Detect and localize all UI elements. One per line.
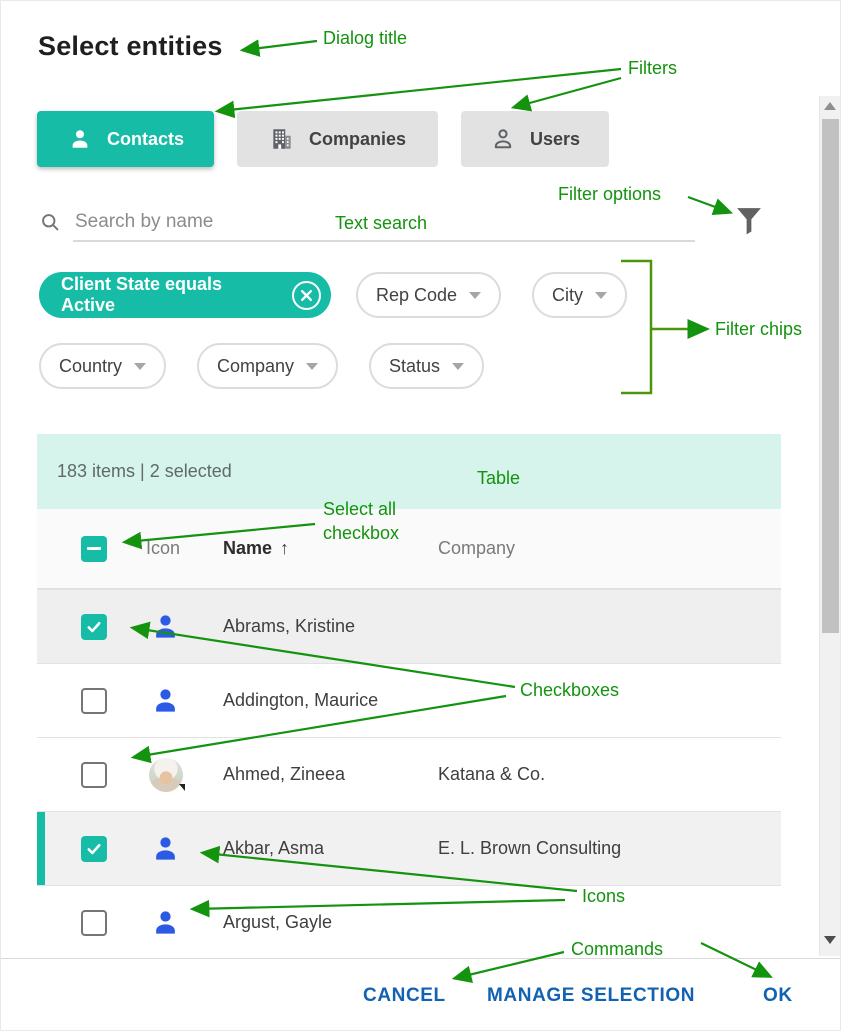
tab-companies[interactable]: Companies	[237, 111, 438, 167]
magnifier-icon	[40, 212, 61, 233]
scrollbar-thumb[interactable]	[822, 119, 839, 633]
table-row[interactable]: Akbar, Asma E. L. Brown Consulting	[37, 811, 781, 885]
column-header-company: Company	[438, 538, 515, 559]
annotation-icons: Icons	[582, 884, 625, 908]
table-header-row: Icon Name↑ Company	[37, 509, 781, 589]
chevron-down-icon	[469, 292, 481, 299]
tab-companies-label: Companies	[309, 129, 406, 150]
filter-options-button[interactable]	[731, 201, 767, 241]
funnel-icon	[734, 203, 764, 237]
contact-company: E. L. Brown Consulting	[438, 838, 621, 859]
table-row[interactable]: Ahmed, Zineea Katana & Co.	[37, 737, 781, 811]
remove-filter-button[interactable]	[292, 281, 321, 310]
sort-ascending-icon: ↑	[280, 538, 289, 558]
annotation-table: Table	[477, 466, 520, 490]
filter-chip-rep-code[interactable]: Rep Code	[356, 272, 501, 318]
filter-chip-company[interactable]: Company	[197, 343, 338, 389]
person-icon	[149, 906, 182, 939]
table-row[interactable]: Addington, Maurice	[37, 663, 781, 737]
indeterminate-icon	[87, 547, 101, 551]
scroll-down-arrow-icon[interactable]	[824, 936, 836, 944]
filter-chips-bracket	[621, 261, 705, 393]
row-checkbox-unchecked[interactable]	[81, 910, 107, 936]
filter-chip-label: Rep Code	[376, 285, 457, 306]
scroll-up-arrow-icon[interactable]	[824, 102, 836, 110]
manage-selection-button[interactable]: MANAGE SELECTION	[487, 982, 695, 1010]
person-icon	[67, 126, 93, 152]
annotation-dialog-title: Dialog title	[323, 26, 407, 50]
row-checkbox-checked[interactable]	[81, 836, 107, 862]
contact-name: Argust, Gayle	[223, 912, 332, 933]
column-header-icon: Icon	[146, 538, 180, 559]
filter-chip-label: Company	[217, 356, 294, 377]
annotation-commands: Commands	[571, 937, 663, 961]
table-row[interactable]: Abrams, Kristine	[37, 589, 781, 663]
select-all-checkbox[interactable]	[81, 536, 107, 562]
contact-name: Akbar, Asma	[223, 838, 324, 859]
vertical-scrollbar[interactable]	[819, 96, 840, 956]
filter-chip-status[interactable]: Status	[369, 343, 484, 389]
tab-users-label: Users	[530, 129, 580, 150]
contact-name: Abrams, Kristine	[223, 616, 355, 637]
active-row-indicator	[37, 812, 45, 885]
close-icon	[300, 289, 313, 302]
ok-button[interactable]: OK	[763, 982, 793, 1010]
table-row[interactable]: Argust, Gayle	[37, 885, 781, 959]
tab-contacts[interactable]: Contacts	[37, 111, 214, 167]
filter-chip-city[interactable]: City	[532, 272, 627, 318]
entities-table: 183 items | 2 selected Icon Name↑ Compan…	[37, 434, 781, 959]
filter-chip-label: City	[552, 285, 583, 306]
filter-chip-label: Country	[59, 356, 122, 377]
column-header-name[interactable]: Name↑	[223, 538, 289, 559]
person-icon	[149, 832, 182, 865]
contact-name: Addington, Maurice	[223, 690, 378, 711]
tab-contacts-label: Contacts	[107, 129, 184, 150]
chevron-down-icon	[134, 363, 146, 370]
annotation-filter-options: Filter options	[558, 182, 661, 206]
row-checkbox-unchecked[interactable]	[81, 762, 107, 788]
contact-company: Katana & Co.	[438, 764, 545, 785]
annotation-filters: Filters	[628, 56, 677, 80]
table-summary-banner: 183 items | 2 selected	[37, 434, 781, 509]
person-icon	[149, 610, 182, 643]
contact-photo-avatar	[149, 758, 183, 792]
page-title: Select entities	[38, 31, 223, 62]
active-filter-chip-label: Client State equals Active	[61, 274, 280, 316]
filter-chip-label: Status	[389, 356, 440, 377]
check-icon	[85, 618, 103, 636]
chevron-down-icon	[595, 292, 607, 299]
cancel-button[interactable]: CANCEL	[363, 982, 446, 1010]
chevron-down-icon	[306, 363, 318, 370]
contact-name: Ahmed, Zineea	[223, 764, 345, 785]
row-checkbox-checked[interactable]	[81, 614, 107, 640]
annotation-select-all-checkbox: Select all checkbox	[323, 497, 399, 545]
footer-divider	[1, 958, 841, 959]
chevron-down-icon	[452, 363, 464, 370]
annotation-checkboxes: Checkboxes	[520, 678, 619, 702]
row-checkbox-unchecked[interactable]	[81, 688, 107, 714]
check-icon	[85, 840, 103, 858]
annotation-text-search: Text search	[335, 211, 427, 235]
items-selected-count: 183 items | 2 selected	[57, 461, 232, 482]
tab-users[interactable]: Users	[461, 111, 609, 167]
annotation-filter-chips: Filter chips	[715, 317, 802, 341]
person-outline-icon	[490, 126, 516, 152]
building-icon	[269, 126, 295, 152]
person-icon	[149, 684, 182, 717]
active-filter-chip[interactable]: Client State equals Active	[39, 272, 331, 318]
filter-chip-country[interactable]: Country	[39, 343, 166, 389]
select-entities-dialog: Select entities Contacts Companies Users	[0, 0, 841, 1031]
